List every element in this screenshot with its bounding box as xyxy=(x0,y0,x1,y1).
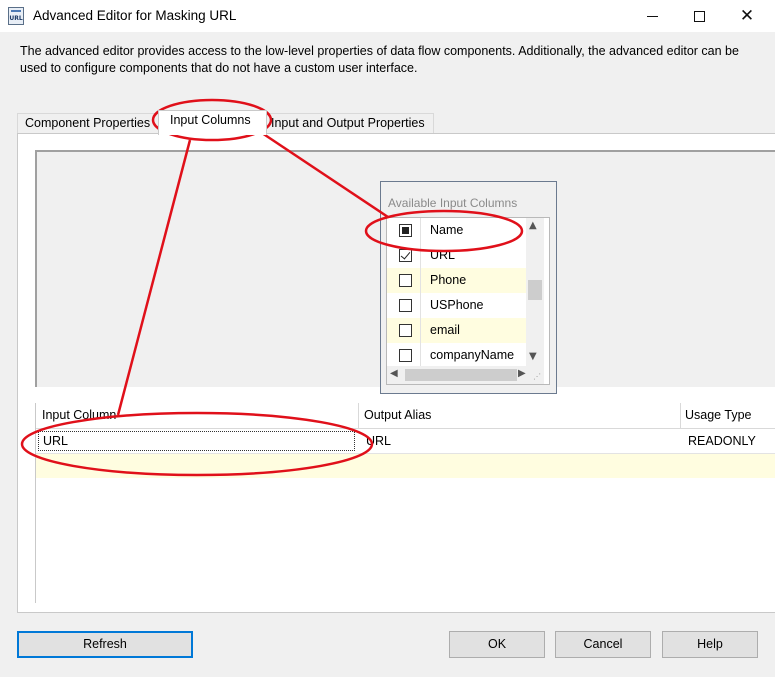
usphone-checkbox[interactable] xyxy=(399,299,412,312)
refresh-button[interactable]: Refresh xyxy=(17,631,193,658)
scroll-down-icon[interactable]: ▼ xyxy=(529,351,537,362)
column-divider xyxy=(420,343,421,368)
usage-type-cell[interactable]: READONLY xyxy=(688,434,756,448)
title-bar: URL Advanced Editor for Masking URL ✕ xyxy=(0,0,775,32)
scroll-thumb[interactable] xyxy=(528,280,542,300)
scroll-up-icon[interactable]: ▲ xyxy=(529,220,537,231)
output-alias-cell[interactable]: URL xyxy=(366,434,391,448)
available-columns-title: Available Input Columns xyxy=(388,196,518,210)
new-row[interactable] xyxy=(36,454,775,478)
list-item-label: email xyxy=(430,323,460,337)
list-item-companyname[interactable]: companyName xyxy=(387,343,526,368)
scroll-right-icon[interactable]: ▶ xyxy=(518,368,526,379)
column-divider xyxy=(420,243,421,268)
list-item-phone[interactable]: Phone xyxy=(387,268,526,293)
maximize-button[interactable] xyxy=(676,0,722,32)
available-columns-pane: Available Input Columns Name URL Phone U… xyxy=(35,150,775,394)
table-row[interactable]: URL URL READONLY xyxy=(36,429,775,454)
list-item-usphone[interactable]: USPhone xyxy=(387,293,526,318)
list-item-email[interactable]: email xyxy=(387,318,526,343)
vertical-scrollbar[interactable]: ▲ ▼ xyxy=(526,218,544,366)
close-icon: ✕ xyxy=(739,6,755,26)
window-title: Advanced Editor for Masking URL xyxy=(33,8,237,23)
list-item-label: URL xyxy=(430,248,456,262)
close-button[interactable]: ✕ xyxy=(724,0,770,32)
url-component-icon: URL xyxy=(8,7,24,25)
cancel-button[interactable]: Cancel xyxy=(555,631,651,658)
list-item-label: Phone xyxy=(430,273,467,287)
minimize-icon xyxy=(646,15,658,17)
list-item-url[interactable]: URL xyxy=(387,243,526,268)
tab-component-properties[interactable]: Component Properties xyxy=(17,113,159,134)
scroll-thumb[interactable] xyxy=(405,369,517,381)
select-all-checkbox[interactable] xyxy=(399,224,412,237)
column-mapping-grid: Input Column Output Alias Usage Type URL… xyxy=(35,403,775,603)
tab-input-output-properties[interactable]: Input and Output Properties xyxy=(266,113,434,134)
column-divider xyxy=(420,318,421,343)
editor-description: The advanced editor provides access to t… xyxy=(20,44,739,75)
phone-checkbox[interactable] xyxy=(399,274,412,287)
output-alias-header[interactable]: Output Alias xyxy=(364,408,431,422)
list-item-label: USPhone xyxy=(430,298,484,312)
maximize-icon xyxy=(693,10,705,22)
horizontal-scrollbar[interactable]: ◀ ▶ xyxy=(387,366,544,384)
available-input-columns-box: Available Input Columns Name URL Phone U… xyxy=(380,181,557,394)
name-column-header: Name xyxy=(430,223,464,237)
url-checkbox[interactable] xyxy=(399,249,412,262)
tab-input-columns[interactable]: Input Columns xyxy=(158,110,267,135)
list-item-label: companyName xyxy=(430,348,515,362)
help-button[interactable]: Help xyxy=(662,631,758,658)
ok-button[interactable]: OK xyxy=(449,631,545,658)
minimize-button[interactable] xyxy=(629,0,675,32)
input-columns-panel: Available Input Columns Name URL Phone U… xyxy=(17,133,775,613)
email-checkbox[interactable] xyxy=(399,324,412,337)
column-divider xyxy=(420,218,421,243)
companyname-checkbox[interactable] xyxy=(399,349,412,362)
column-divider xyxy=(420,293,421,318)
scroll-left-icon[interactable]: ◀ xyxy=(390,368,398,379)
column-divider xyxy=(420,268,421,293)
grid-header: Input Column Output Alias Usage Type xyxy=(36,403,775,429)
list-header-row[interactable]: Name xyxy=(387,218,526,243)
input-column-header[interactable]: Input Column xyxy=(42,408,116,422)
usage-type-header[interactable]: Usage Type xyxy=(685,408,751,422)
resize-grip-icon[interactable]: ⋰ xyxy=(533,372,541,381)
input-column-cell[interactable]: URL xyxy=(38,431,355,451)
available-columns-list: Name URL Phone USPhone email companyName… xyxy=(386,217,550,385)
